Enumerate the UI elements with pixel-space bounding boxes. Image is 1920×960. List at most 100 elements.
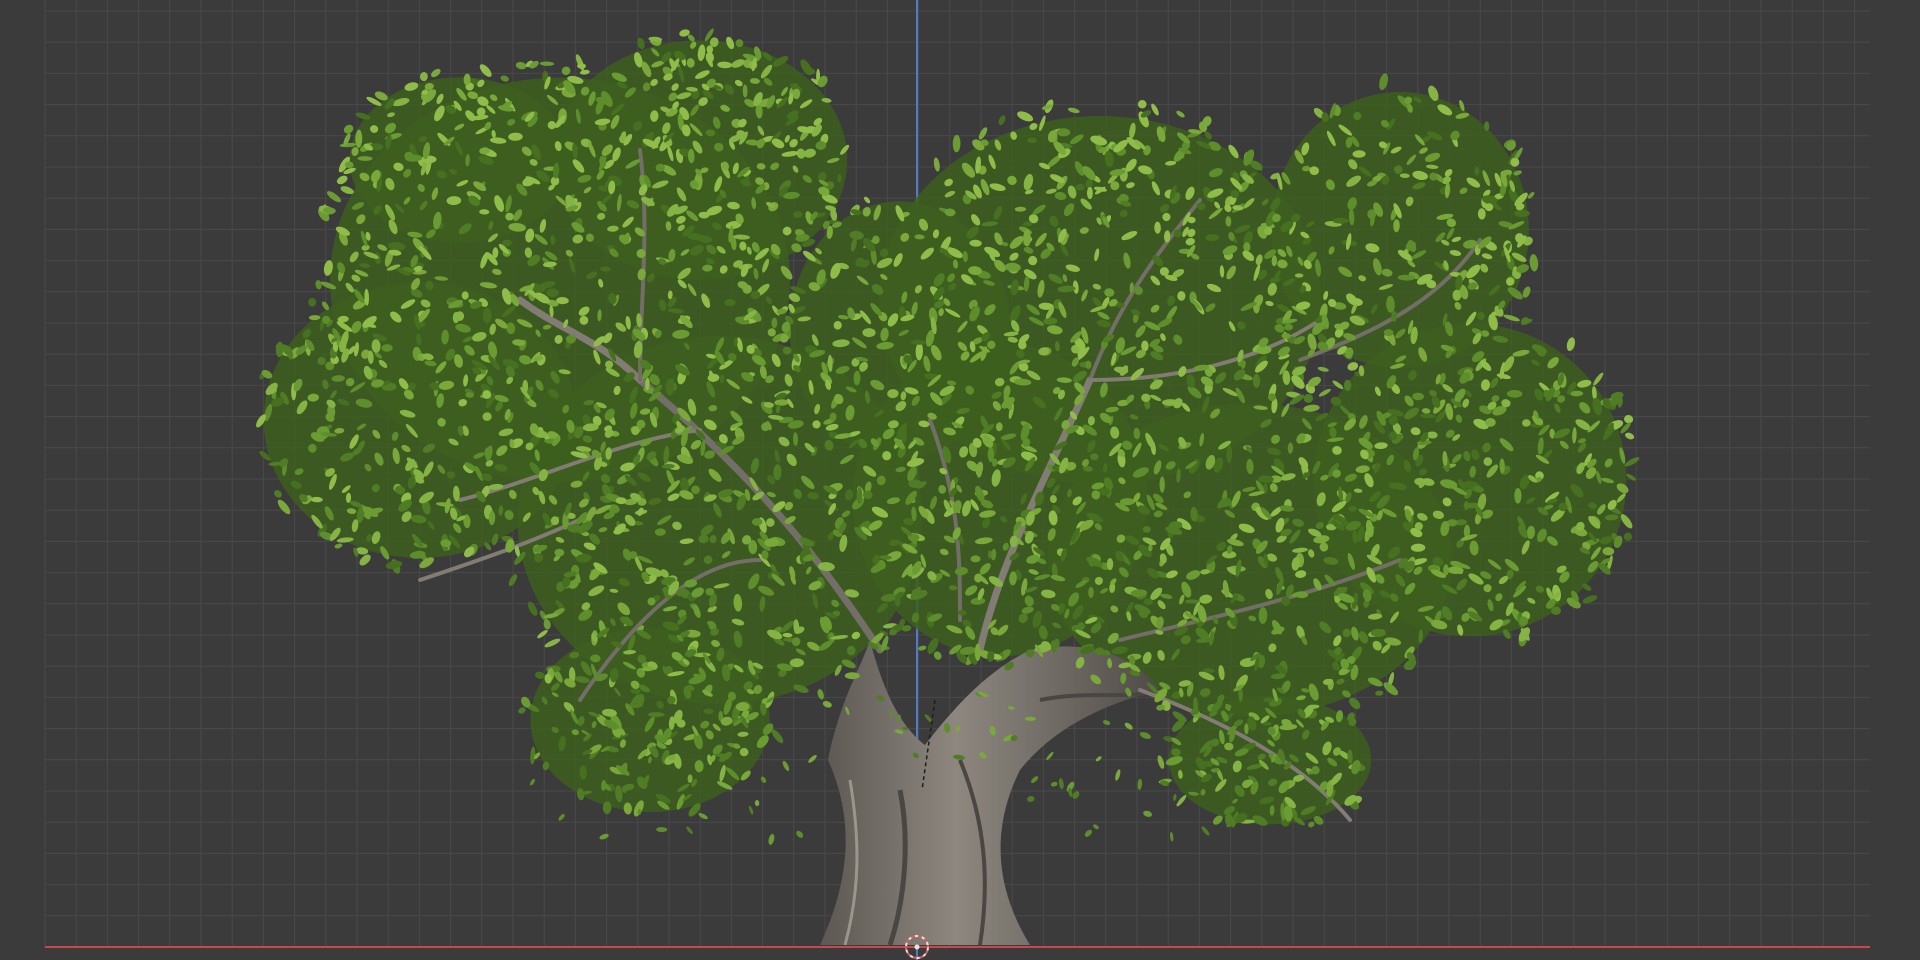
leaf bbox=[822, 701, 832, 708]
leaf bbox=[1529, 254, 1539, 272]
leaf bbox=[933, 157, 940, 172]
leaf bbox=[817, 689, 824, 700]
leaf bbox=[698, 813, 708, 820]
leaf bbox=[1185, 599, 1200, 604]
leaf bbox=[686, 826, 693, 835]
leaf bbox=[579, 69, 590, 75]
leaf bbox=[1093, 824, 1099, 830]
leaf bbox=[1027, 796, 1035, 802]
leaf bbox=[1626, 473, 1636, 481]
leaf bbox=[952, 134, 961, 153]
leaf bbox=[1303, 393, 1313, 403]
leaf bbox=[1124, 722, 1133, 730]
leaf bbox=[1514, 487, 1522, 504]
leaf bbox=[1137, 778, 1143, 790]
foliage-mass bbox=[349, 77, 571, 243]
leaf bbox=[1176, 110, 1185, 118]
tree-model[interactable] bbox=[254, 27, 1640, 946]
leaf bbox=[641, 666, 654, 672]
leaf bbox=[1067, 107, 1080, 114]
leaf bbox=[334, 543, 343, 549]
leaf bbox=[1295, 591, 1309, 599]
tree-trunk bbox=[820, 640, 1161, 946]
3d-viewport[interactable] bbox=[0, 0, 1920, 960]
leaf bbox=[974, 643, 981, 662]
leaf bbox=[558, 813, 565, 821]
leaf bbox=[808, 754, 817, 763]
leaf bbox=[647, 712, 665, 718]
leaf bbox=[1139, 732, 1151, 739]
leaf bbox=[1102, 720, 1111, 726]
leaf bbox=[1317, 366, 1329, 372]
leaf bbox=[754, 800, 760, 807]
leaf bbox=[1143, 810, 1152, 817]
leaf bbox=[1161, 399, 1179, 406]
leaf bbox=[1252, 373, 1261, 388]
leaf bbox=[1620, 514, 1633, 529]
viewport-canvas[interactable] bbox=[0, 0, 1920, 960]
leaf bbox=[1375, 690, 1384, 696]
leaf bbox=[1157, 755, 1165, 769]
leaf bbox=[748, 805, 754, 815]
leaf bbox=[308, 298, 317, 307]
leaf bbox=[1332, 217, 1349, 224]
leaf bbox=[274, 490, 282, 498]
leaf bbox=[1120, 498, 1135, 506]
leaf bbox=[844, 672, 860, 680]
leaf bbox=[1623, 532, 1633, 541]
leaf bbox=[1058, 777, 1064, 790]
leaf bbox=[1087, 186, 1093, 200]
leaf bbox=[1566, 337, 1576, 352]
leaf bbox=[527, 601, 538, 616]
leaf bbox=[461, 291, 469, 300]
leaf bbox=[760, 776, 767, 783]
leaf bbox=[515, 61, 527, 70]
leaf bbox=[1084, 829, 1092, 837]
leaf bbox=[1294, 273, 1304, 278]
leaf bbox=[665, 378, 675, 396]
leaf bbox=[1173, 793, 1177, 801]
leaf bbox=[1347, 362, 1359, 371]
leaf bbox=[1176, 795, 1187, 807]
leaf bbox=[1308, 821, 1315, 828]
leaf bbox=[1625, 432, 1635, 440]
leaf bbox=[1624, 457, 1640, 467]
leaf bbox=[277, 499, 291, 515]
leaf bbox=[336, 175, 348, 185]
leaf bbox=[978, 127, 988, 140]
leaf bbox=[1379, 73, 1389, 91]
leaf bbox=[315, 280, 322, 290]
leaf bbox=[1031, 776, 1039, 784]
leaf bbox=[1624, 414, 1634, 424]
leaf bbox=[518, 707, 526, 714]
leaf bbox=[544, 638, 561, 648]
leaf bbox=[1170, 831, 1174, 842]
leaf bbox=[1159, 476, 1165, 493]
leaf bbox=[1050, 781, 1058, 787]
leaf bbox=[768, 833, 775, 845]
leaf bbox=[1115, 769, 1121, 781]
leaf bbox=[1332, 380, 1344, 390]
leaf bbox=[862, 328, 876, 338]
leaf bbox=[561, 66, 571, 76]
leaf bbox=[1246, 779, 1254, 786]
leaf bbox=[539, 61, 555, 66]
leaf bbox=[656, 827, 668, 833]
leaf bbox=[1106, 558, 1114, 571]
leaf bbox=[479, 64, 492, 77]
leaf bbox=[500, 75, 509, 82]
leaf bbox=[1088, 586, 1094, 599]
leaf bbox=[782, 760, 790, 771]
leaf bbox=[537, 629, 548, 639]
leaf bbox=[796, 830, 804, 838]
leaf bbox=[1023, 229, 1031, 247]
leaf bbox=[1095, 756, 1102, 762]
leaf bbox=[1201, 826, 1210, 836]
leaf bbox=[998, 115, 1006, 126]
leaf bbox=[1017, 111, 1034, 122]
leaf bbox=[1582, 595, 1598, 604]
leaf bbox=[482, 307, 492, 324]
leaf bbox=[1593, 372, 1604, 386]
leaf bbox=[1318, 388, 1331, 397]
leaf bbox=[1349, 697, 1361, 710]
